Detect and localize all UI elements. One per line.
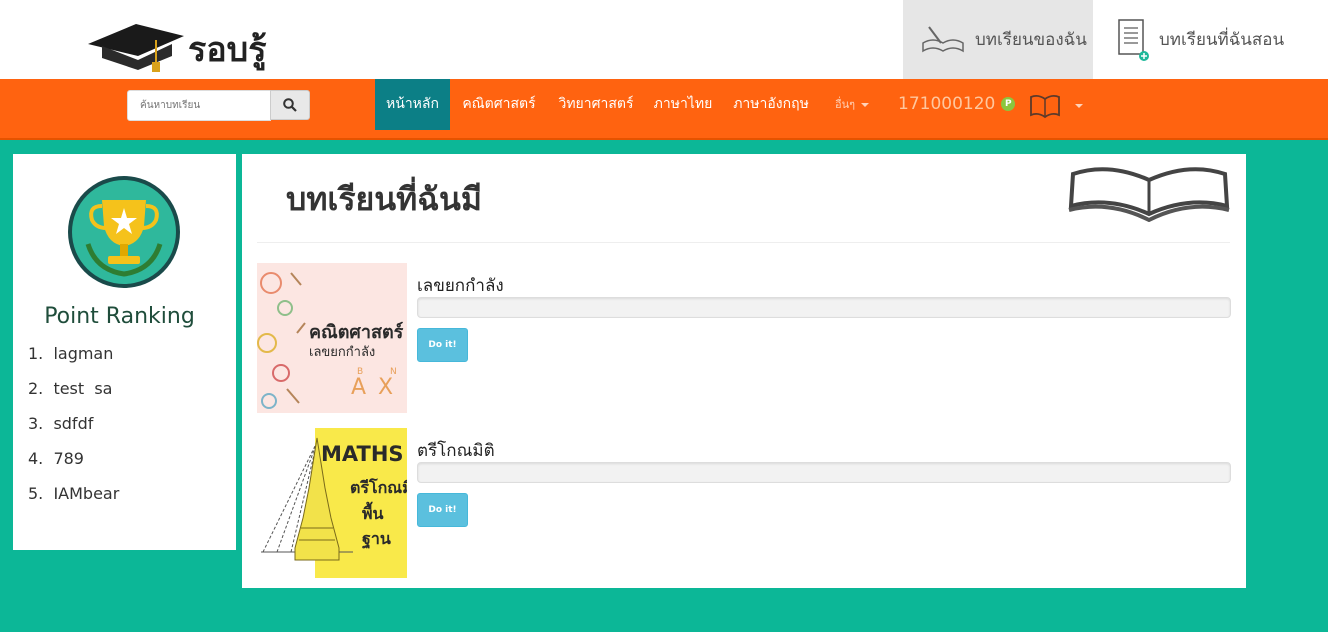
- open-book-icon: [1068, 167, 1230, 222]
- nav-english[interactable]: ภาษาอังกฤษ: [728, 79, 814, 130]
- ranking-item: 3. sdfdf: [28, 414, 119, 449]
- ranking-title: Point Ranking: [44, 304, 195, 329]
- my-lessons-panel: บทเรียนที่ฉันมี คณิตศาสตร์ เลขยกกำลัง A …: [242, 154, 1246, 588]
- my-lessons-link[interactable]: บทเรียนของฉัน: [903, 0, 1093, 79]
- do-it-button[interactable]: Do it!: [417, 493, 468, 527]
- lesson-thumbnail[interactable]: MATHS ตรีโกณมิติ พื้นฐาน: [257, 428, 407, 578]
- lesson-card: คณิตศาสตร์ เลขยกกำลัง A B N X เลขยกกำลัง…: [257, 263, 1232, 413]
- ranking-item: 4. 789: [28, 449, 119, 484]
- lessons-i-teach-link[interactable]: บทเรียนที่ฉันสอน: [1117, 0, 1307, 79]
- ranking-position: 5.: [28, 484, 44, 503]
- book-heart-icon: [1030, 94, 1060, 119]
- point-badge-icon: P: [1001, 97, 1016, 111]
- document-add-icon: [1118, 18, 1149, 61]
- nav-others-label: อื่นๆ: [834, 98, 856, 111]
- search-input[interactable]: [127, 90, 271, 121]
- thumbnail-subtitle: ตรีโกณมิติ: [350, 478, 407, 497]
- ranking-position: 4.: [28, 449, 44, 468]
- ranking-user-name: IAMbear: [53, 484, 120, 503]
- user-points: 171000120 P: [898, 79, 1016, 130]
- lesson-title[interactable]: ตรีโกณมิติ: [417, 437, 495, 464]
- ranking-user-name: sdfdf: [53, 414, 94, 433]
- title-divider: [257, 242, 1230, 243]
- nav-math[interactable]: คณิตศาสตร์: [455, 79, 543, 130]
- search-icon: [283, 98, 297, 112]
- chevron-down-icon: [861, 103, 870, 107]
- top-header: รอบรู้ บทเรียนของฉัน บทเรียนที่ฉันสอน: [0, 0, 1328, 79]
- nav-thai[interactable]: ภาษาไทย: [650, 79, 716, 130]
- ranking-position: 2.: [28, 379, 44, 398]
- ranking-list: 1. lagman 2. test sa 3. sdfdf 4. 789 5. …: [28, 344, 119, 519]
- thumbnail-formula-a: A: [351, 375, 367, 400]
- trophy-icon: [68, 176, 180, 288]
- thumbnail-subtitle-2: พื้นฐาน: [362, 504, 391, 548]
- point-ranking-panel: Point Ranking 1. lagman 2. test sa 3. sd…: [13, 154, 236, 550]
- logo-text: รอบรู้: [188, 30, 267, 70]
- site-logo[interactable]: รอบรู้: [86, 10, 286, 74]
- my-lessons-label: บทเรียนของฉัน: [975, 30, 1087, 50]
- nav-others-dropdown[interactable]: อื่นๆ: [828, 79, 876, 130]
- lesson-progress-bar: [417, 462, 1231, 483]
- thumbnail-formula-b: B: [357, 367, 364, 377]
- nav-science[interactable]: วิทยาศาสตร์: [552, 79, 640, 130]
- thumbnail-formula-x: X: [378, 375, 394, 400]
- ranking-user-name: 789: [53, 449, 84, 468]
- search-button[interactable]: [270, 90, 310, 120]
- lessons-i-teach-label: บทเรียนที่ฉันสอน: [1159, 30, 1285, 50]
- open-book-pen-icon: [922, 25, 964, 52]
- lesson-progress-bar: [417, 297, 1231, 318]
- do-it-button[interactable]: Do it!: [417, 328, 468, 362]
- ranking-user-name: test sa: [53, 379, 113, 398]
- ranking-item: 5. IAMbear: [28, 484, 119, 519]
- page-title: บทเรียนที่ฉันมี: [286, 180, 483, 218]
- lesson-title[interactable]: เลขยกกำลัง: [417, 272, 504, 299]
- thumbnail-subtitle: เลขยกกำลัง: [309, 345, 376, 360]
- ranking-item: 1. lagman: [28, 344, 119, 379]
- ranking-item: 2. test sa: [28, 379, 119, 414]
- lesson-thumbnail[interactable]: คณิตศาสตร์ เลขยกกำลัง A B N X: [257, 263, 407, 413]
- thumbnail-title: MATHS: [321, 442, 404, 466]
- ranking-user-name: lagman: [53, 344, 114, 363]
- lesson-card: MATHS ตรีโกณมิติ พื้นฐาน ตรีโกณมิติ Do i…: [257, 428, 1232, 578]
- main-navbar: หน้าหลัก คณิตศาสตร์ วิทยาศาสตร์ ภาษาไทย …: [0, 79, 1328, 140]
- nav-home[interactable]: หน้าหลัก: [375, 79, 450, 130]
- user-menu-dropdown[interactable]: [1029, 93, 1083, 119]
- points-value: 171000120: [898, 94, 996, 114]
- ranking-position: 3.: [28, 414, 44, 433]
- ranking-position: 1.: [28, 344, 44, 363]
- chevron-down-icon: [1075, 104, 1083, 108]
- graduation-cap-icon: [88, 24, 184, 72]
